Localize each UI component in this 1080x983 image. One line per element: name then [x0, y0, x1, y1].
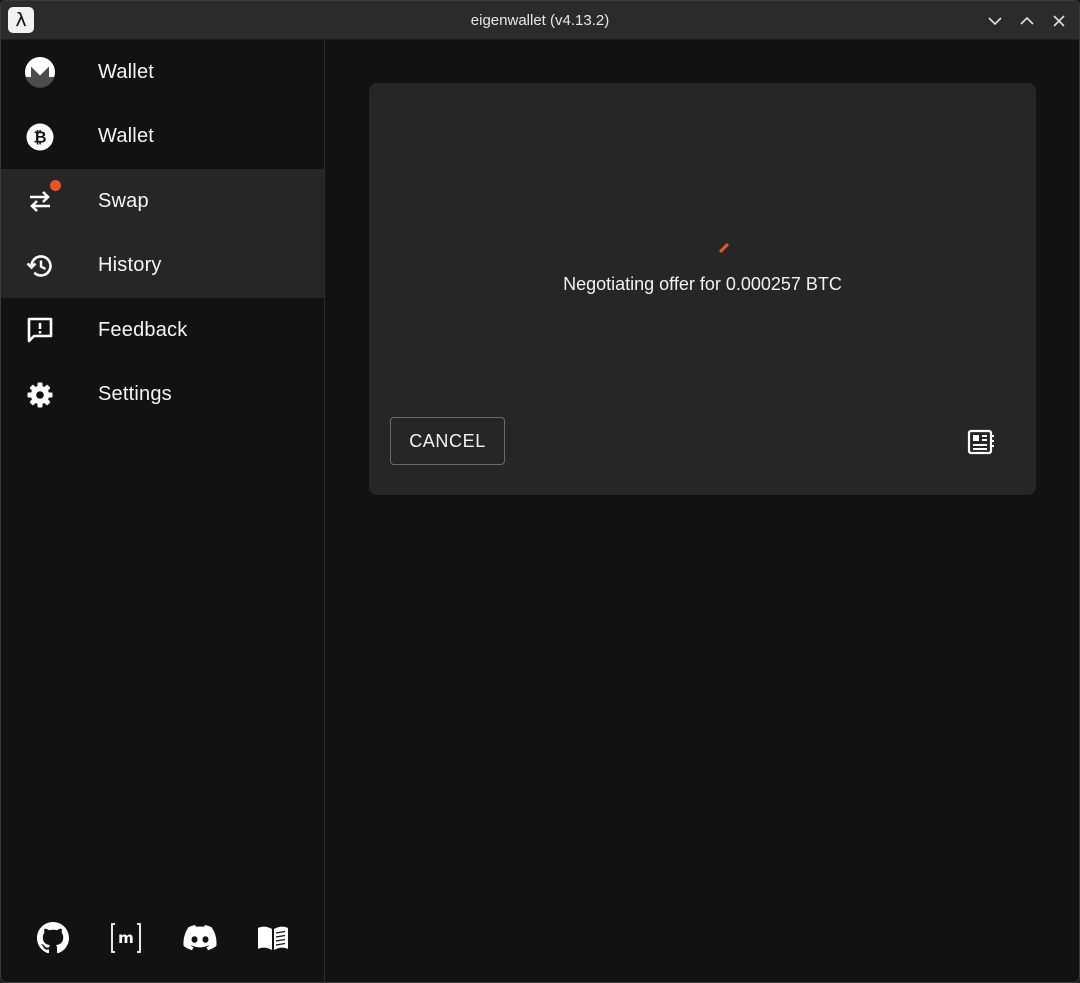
sidebar-item-label: Wallet	[98, 125, 155, 148]
title-bar[interactable]: λ eigenwallet (v4.13.2)	[1, 1, 1079, 40]
docs-link[interactable]	[253, 918, 293, 958]
minimize-button[interactable]	[983, 9, 1007, 33]
logs-icon	[967, 429, 994, 455]
sidebar-item-settings[interactable]: Settings	[1, 363, 324, 428]
close-icon	[1053, 15, 1065, 27]
window-title: eigenwallet (v4.13.2)	[470, 12, 610, 29]
window-controls	[983, 9, 1071, 33]
notification-badge	[50, 180, 61, 191]
loading-spinner-icon	[719, 243, 729, 253]
cancel-button[interactable]: CANCEL	[390, 417, 505, 465]
maximize-icon	[1020, 16, 1034, 25]
svg-text:m: m	[118, 929, 134, 947]
svg-text:₿: ₿	[33, 127, 46, 146]
monero-icon	[23, 55, 57, 89]
matrix-icon: m	[111, 923, 141, 953]
sidebar-item-label: History	[98, 254, 162, 277]
sidebar-item-label: Feedback	[98, 318, 188, 341]
main-content: Negotiating offer for 0.000257 BTC CANCE…	[325, 40, 1079, 982]
sidebar-item-bitcoin-wallet[interactable]: ₿ Wallet	[1, 105, 324, 170]
sidebar-item-monero-wallet[interactable]: Wallet	[1, 40, 324, 105]
sidebar-item-feedback[interactable]: Feedback	[1, 298, 324, 363]
github-icon	[37, 922, 69, 954]
footer-links: m	[1, 918, 324, 958]
history-icon	[23, 249, 57, 283]
app-window: λ eigenwallet (v4.13.2) Wallet ₿ Wallet …	[0, 0, 1080, 983]
book-icon	[258, 926, 288, 950]
gear-icon	[23, 378, 57, 412]
swap-status-text: Negotiating offer for 0.000257 BTC	[563, 274, 842, 294]
sidebar-item-swap[interactable]: Swap	[1, 169, 324, 234]
view-logs-button[interactable]	[966, 427, 996, 457]
matrix-link[interactable]: m	[106, 918, 146, 958]
minimize-icon	[988, 17, 1002, 26]
maximize-button[interactable]	[1015, 9, 1039, 33]
sidebar-item-label: Wallet	[98, 60, 155, 83]
swap-status-card: Negotiating offer for 0.000257 BTC CANCE…	[369, 83, 1036, 495]
close-button[interactable]	[1047, 9, 1071, 33]
sidebar-item-label: Swap	[98, 189, 149, 212]
discord-link[interactable]	[180, 918, 220, 958]
sidebar-item-label: Settings	[98, 383, 172, 406]
discord-icon	[183, 925, 217, 951]
github-link[interactable]	[33, 918, 73, 958]
sidebar: Wallet ₿ Wallet Swap History Feedback Se…	[1, 40, 325, 982]
feedback-icon	[23, 313, 57, 347]
sidebar-item-history[interactable]: History	[1, 233, 324, 298]
bitcoin-icon: ₿	[23, 120, 57, 154]
